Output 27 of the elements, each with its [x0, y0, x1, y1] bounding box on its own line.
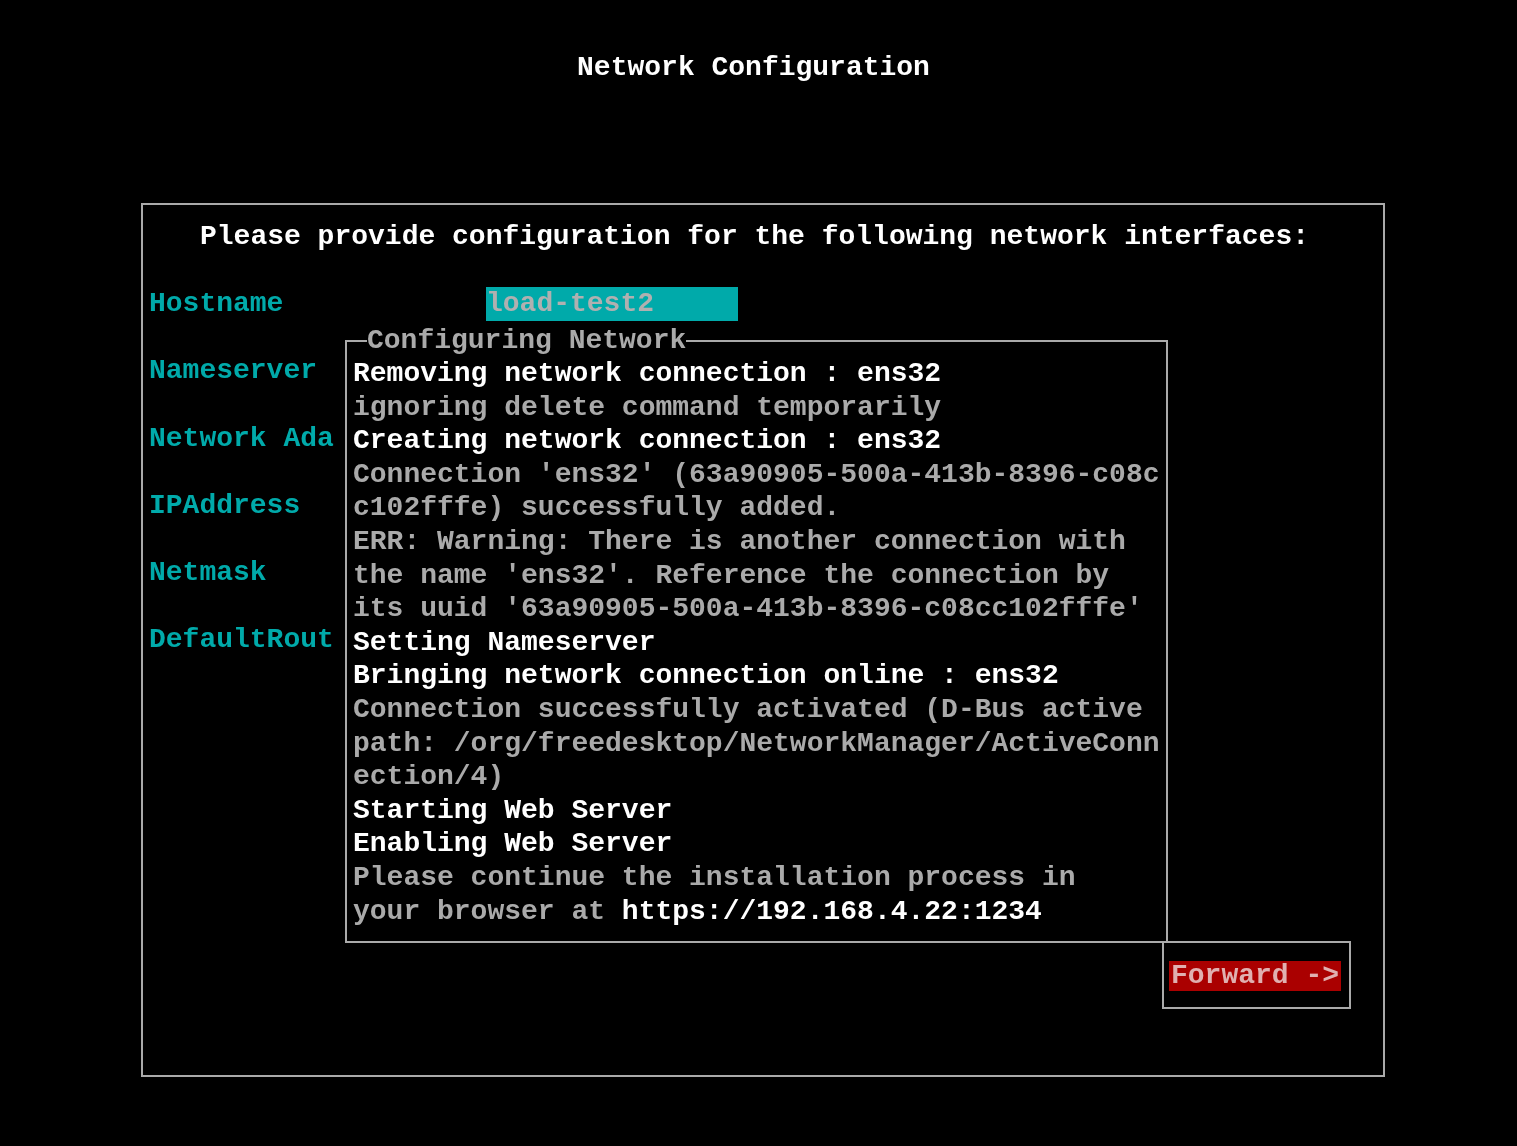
log-line: Connection successfully activated (D-Bus active — [353, 693, 1143, 725]
field-label: Nameserver — [149, 354, 318, 388]
log-line: Removing network connection : ens32 — [353, 358, 942, 389]
log-line: its uuid '63a90905-500a-413b-8396-c08cc102fffe' — [353, 593, 1143, 625]
log-line: ection/4) — [353, 761, 505, 793]
log-line: ERR: Warning: There is another connection with — [353, 525, 1126, 557]
log-line: Please continue the installation process in — [353, 861, 1076, 893]
log-line: Setting Nameserver — [353, 626, 656, 658]
log-line: ignoring delete command temporarily — [353, 391, 942, 423]
url-text: https://192.168.4.22:1234 — [621, 895, 1042, 927]
field-label: Hostname — [149, 287, 284, 321]
log-line: path: /org/freedesktop/NetworkManager/ActiveConn — [353, 727, 1160, 759]
log-line: Creating network connection : ens32 — [353, 425, 942, 457]
field-label: Netmask — [149, 555, 267, 590]
log-line: Connection 'ens32' (63a90905-500a-413b-8396-c08c — [353, 458, 1160, 490]
log-line: your browser at — [353, 895, 607, 927]
log-line: Enabling Web Server — [353, 828, 673, 860]
field-label: IPAddress — [149, 488, 301, 523]
form-heading: Please provide configuration for the following network interfaces: — [199, 220, 1309, 254]
field-label: DefaultRout — [149, 623, 334, 657]
log-line: c102fffe) successfully added. — [353, 492, 841, 524]
forward-button[interactable]: Forward -> — [1168, 961, 1341, 991]
log-line: Starting Web Server — [353, 794, 673, 826]
log-line: the name 'ens32'. Reference the connection by — [353, 559, 1110, 591]
log-line: Bringing network connection online : ens32 — [353, 660, 1059, 692]
screen-title: Network Configuration — [577, 52, 930, 83]
field-label: Network Ada — [149, 421, 334, 456]
